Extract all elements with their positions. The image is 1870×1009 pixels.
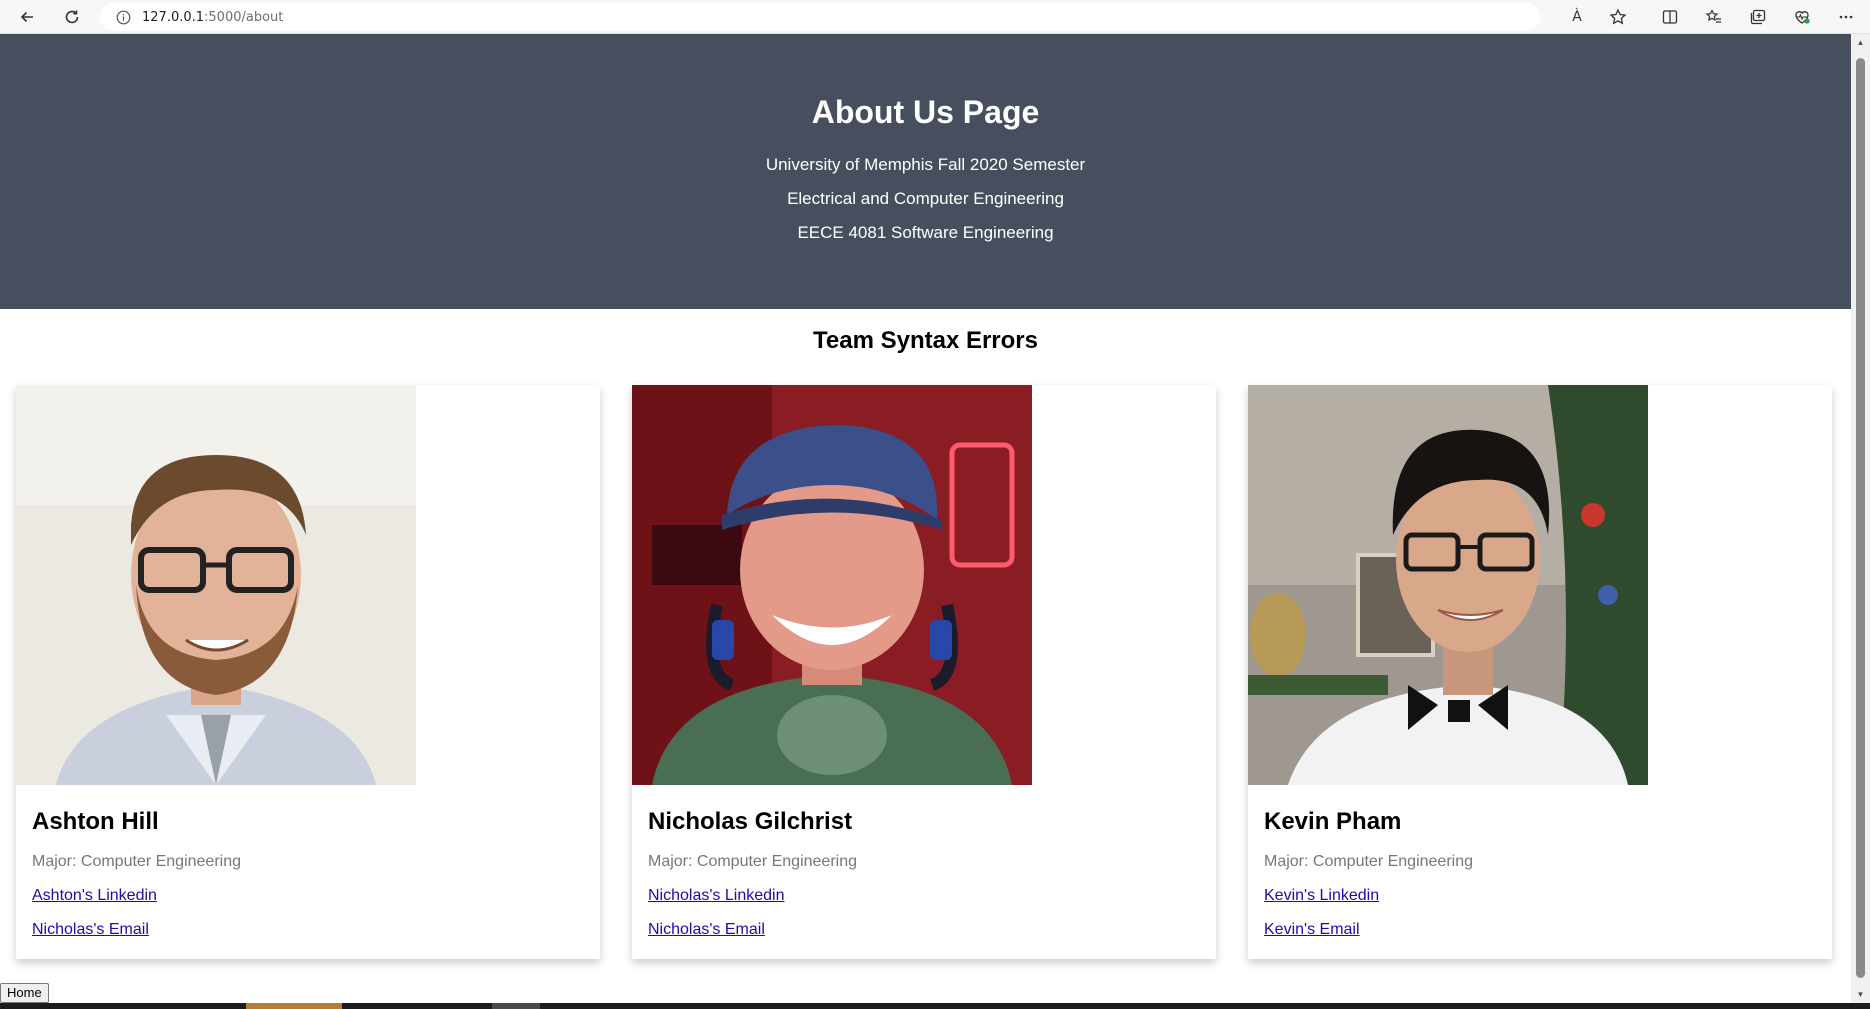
url-text: 127.0.0.1:5000/about [142,10,283,25]
member-major: Major: Computer Engineering [1264,853,1473,870]
refresh-icon [65,10,79,24]
hero-banner: About Us Page University of Memphis Fall… [0,34,1851,309]
address-bar[interactable]: 127.0.0.1:5000/about [100,3,1540,31]
split-screen-icon [1662,10,1678,24]
heartbeat-icon [1795,11,1810,24]
hero-line-university: University of Memphis Fall 2020 Semester [765,155,1086,174]
star-icon [1609,8,1627,25]
site-info-icon[interactable] [116,10,131,25]
collections-icon [1750,9,1766,25]
member-name: Nicholas Gilchrist [648,808,853,835]
member-name: Kevin Pham [1264,808,1402,835]
favorites-button[interactable] [1700,3,1728,31]
email-link[interactable]: Nicholas's Email [648,921,765,939]
member-photo-nicholas [632,385,1032,785]
hero-line-course: EECE 4081 Software Engineering [797,223,1054,242]
back-button[interactable] [13,3,41,31]
more-options-icon [1839,15,1853,19]
linkedin-link[interactable]: Kevin's Linkedin [1264,887,1379,905]
member-card-kevin: Kevin Pham Major: Computer Engineering K… [1248,385,1832,959]
arrow-left-icon [20,11,33,23]
os-taskbar-edge [0,1003,1870,1009]
split-screen-button[interactable] [1656,3,1684,31]
scroll-thumb[interactable] [1856,58,1865,978]
browser-toolbar: 127.0.0.1:5000/about À [0,0,1870,34]
team-title: Team Syntax Errors [813,327,1038,354]
favorites-list-icon [1705,9,1721,23]
vertical-scrollbar[interactable]: ▲ ▼ [1851,34,1870,1003]
member-card-ashton: Ashton Hill Major: Computer Engineering … [16,385,600,959]
member-major: Major: Computer Engineering [32,853,241,870]
url-host: 127.0.0.1 [142,9,205,25]
member-name: Ashton Hill [32,808,159,835]
read-aloud-icon: À [1572,9,1582,25]
refresh-button[interactable] [58,3,86,31]
member-photo-ashton [16,385,416,785]
linkedin-link[interactable]: Nicholas's Linkedin [648,887,784,905]
favorite-button[interactable] [1604,3,1632,31]
linkedin-link[interactable]: Ashton's Linkedin [32,887,157,905]
url-path: :5000/about [204,9,284,25]
collections-button[interactable] [1744,3,1772,31]
member-major: Major: Computer Engineering [648,853,857,870]
hero-line-department: Electrical and Computer Engineering [787,189,1064,208]
email-link[interactable]: Kevin's Email [1264,921,1360,939]
read-aloud-button[interactable]: À [1563,3,1591,31]
scroll-down-icon[interactable]: ▼ [1851,986,1870,1003]
member-photo-kevin [1248,385,1648,785]
home-button[interactable]: Home [0,983,49,1003]
taskbar-app-indicator [246,1003,342,1009]
browser-essentials-button[interactable] [1788,3,1816,31]
taskbar-app-indicator [492,1003,540,1009]
settings-menu-button[interactable] [1832,3,1860,31]
page-title: About Us Page [811,94,1040,130]
email-link[interactable]: Nicholas's Email [32,921,149,939]
member-card-nicholas: Nicholas Gilchrist Major: Computer Engin… [632,385,1216,959]
page-viewport: About Us Page University of Memphis Fall… [0,34,1851,1003]
scroll-up-icon[interactable]: ▲ [1851,34,1870,51]
